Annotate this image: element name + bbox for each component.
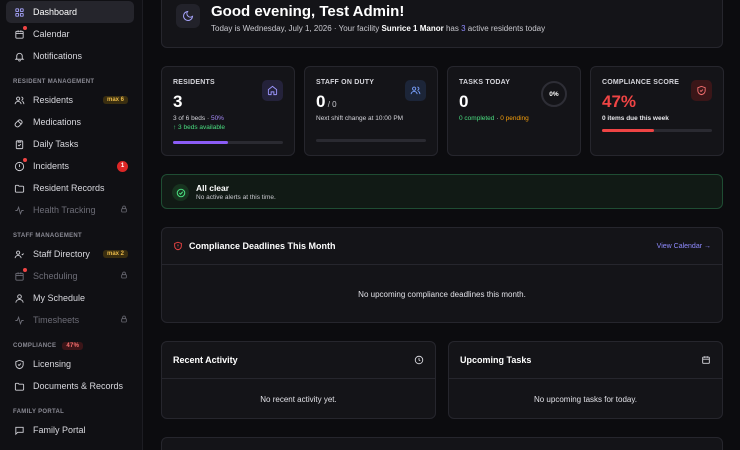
sidebar-item-label: Daily Tasks bbox=[33, 139, 79, 149]
user-icon bbox=[12, 291, 26, 305]
clipboard-icon bbox=[12, 137, 26, 151]
compliance-progress-bar bbox=[602, 129, 712, 132]
section-resident-management: RESIDENT MANAGEMENT bbox=[13, 79, 95, 85]
compliance-badge: 47% bbox=[62, 342, 84, 350]
chat-icon bbox=[12, 423, 26, 437]
upcoming-tasks-panel: Upcoming Tasks No upcoming tasks for tod… bbox=[448, 341, 723, 419]
sidebar-item-label: Documents & Records bbox=[33, 381, 124, 391]
pill-icon bbox=[12, 115, 26, 129]
sidebar-item-timesheets[interactable]: Timesheets bbox=[6, 309, 134, 331]
activity-icon bbox=[12, 203, 26, 217]
shield-icon bbox=[12, 357, 26, 371]
sidebar-item-my-schedule[interactable]: My Schedule bbox=[6, 287, 134, 309]
calendar-icon bbox=[701, 355, 711, 365]
view-calendar-link[interactable]: View Calendar → bbox=[657, 243, 711, 250]
greeting-subtitle: Today is Wednesday, July 1, 2026 · Your … bbox=[211, 24, 546, 33]
sidebar-item-residents[interactable]: Residents max 6 bbox=[6, 89, 134, 111]
stat-card-tasks-today[interactable]: TASKS TODAY 0 0% 0 completed · 0 pending bbox=[447, 66, 581, 156]
home-icon bbox=[262, 80, 283, 101]
section-compliance: COMPLIANCE 47% bbox=[6, 339, 142, 353]
dashboard-icon bbox=[12, 5, 26, 19]
sidebar-item-licensing[interactable]: Licensing bbox=[6, 353, 134, 375]
stat-card-residents[interactable]: RESIDENTS 3 3 of 6 beds · 50% ↑ 3 beds av… bbox=[161, 66, 295, 156]
check-circle-icon bbox=[172, 184, 189, 201]
activity-icon bbox=[12, 313, 26, 327]
lock-icon bbox=[120, 271, 128, 281]
stat-card-compliance-score[interactable]: COMPLIANCE SCORE 47% 0 items due this we… bbox=[590, 66, 724, 156]
folder-icon bbox=[12, 379, 26, 393]
sidebar-item-calendar[interactable]: Calendar bbox=[6, 23, 134, 45]
clock-icon bbox=[414, 355, 424, 365]
limit-badge: max 2 bbox=[102, 250, 128, 258]
lock-icon bbox=[120, 205, 128, 215]
folder-icon bbox=[12, 181, 26, 195]
tasks-progress-ring: 0% bbox=[541, 81, 567, 107]
residents-value: 3 bbox=[173, 92, 183, 111]
sidebar-item-label: Medications bbox=[33, 117, 82, 127]
sidebar-item-label: Incidents bbox=[33, 161, 70, 171]
sidebar: Dashboard Calendar Notifications RESIDENT … bbox=[0, 0, 143, 450]
lock-icon bbox=[120, 315, 128, 325]
greeting-title: Good evening, Test Admin! bbox=[211, 3, 405, 20]
sidebar-item-label: Resident Records bbox=[33, 183, 105, 193]
sidebar-item-documents-and-records[interactable]: Documents & Records bbox=[6, 375, 134, 397]
compliance-value: 47% bbox=[602, 92, 637, 111]
main-content: Good evening, Test Admin! Today is Wedne… bbox=[143, 0, 740, 450]
sidebar-item-scheduling[interactable]: Scheduling bbox=[6, 265, 134, 287]
recent-activity-panel: Recent Activity No recent activity yet. bbox=[161, 341, 436, 419]
user-group-icon bbox=[12, 247, 26, 261]
welcome-card: Good evening, Test Admin! Today is Wedne… bbox=[161, 0, 723, 48]
sidebar-item-label: Health Tracking bbox=[33, 205, 96, 215]
sidebar-item-health-tracking[interactable]: Health Tracking bbox=[6, 199, 134, 221]
sidebar-item-resident-records[interactable]: Resident Records bbox=[6, 177, 134, 199]
sidebar-item-label: Timesheets bbox=[33, 315, 80, 325]
bottom-panel bbox=[161, 437, 723, 450]
sidebar-item-family-portal[interactable]: Family Portal bbox=[6, 419, 134, 441]
bell-icon bbox=[12, 49, 26, 63]
user-group-icon bbox=[405, 80, 426, 101]
users-icon bbox=[12, 93, 26, 107]
calendar-icon bbox=[12, 26, 27, 41]
residents-progress-bar bbox=[173, 141, 283, 144]
count-badge: 1 bbox=[117, 160, 128, 172]
facility-name: Sunrice 1 Manor bbox=[381, 24, 444, 33]
sidebar-item-medications[interactable]: Medications bbox=[6, 111, 134, 133]
tasks-value: 0 bbox=[459, 92, 469, 111]
sidebar-item-label: Residents bbox=[33, 95, 74, 105]
sidebar-item-label: Calendar bbox=[33, 29, 70, 39]
sidebar-item-label: Family Portal bbox=[33, 425, 86, 435]
sidebar-item-notifications[interactable]: Notifications bbox=[6, 45, 134, 67]
sidebar-item-label: My Schedule bbox=[33, 293, 86, 303]
sidebar-item-daily-tasks[interactable]: Daily Tasks bbox=[6, 133, 134, 155]
section-family-portal: FAMILY PORTAL bbox=[13, 409, 65, 415]
shield-alert-icon bbox=[173, 241, 183, 251]
sidebar-item-label: Staff Directory bbox=[33, 249, 90, 259]
sidebar-item-label: Licensing bbox=[33, 359, 72, 369]
sidebar-item-dashboard[interactable]: Dashboard bbox=[6, 1, 134, 23]
stat-card-staff-on-duty[interactable]: STAFF ON DUTY 0 / 0 Next shift change at… bbox=[304, 66, 438, 156]
compliance-deadlines-panel: Compliance Deadlines This Month View Cal… bbox=[161, 227, 723, 323]
sidebar-item-staff-directory[interactable]: Staff Directory max 2 bbox=[6, 243, 134, 265]
sidebar-item-incidents[interactable]: Incidents 1 bbox=[6, 155, 134, 177]
sidebar-item-label: Dashboard bbox=[33, 7, 78, 17]
shield-icon bbox=[691, 80, 712, 101]
sidebar-item-label: Notifications bbox=[33, 51, 83, 61]
moon-icon bbox=[176, 4, 200, 28]
limit-badge: max 6 bbox=[102, 96, 128, 104]
section-staff-management: STAFF MANAGEMENT bbox=[13, 233, 83, 239]
alert-banner: All clear No active alerts at this time. bbox=[161, 174, 723, 209]
alert-icon bbox=[12, 158, 27, 173]
staff-progress-bar bbox=[316, 139, 426, 142]
calendar-icon bbox=[12, 268, 27, 283]
sidebar-item-label: Scheduling bbox=[33, 271, 78, 281]
